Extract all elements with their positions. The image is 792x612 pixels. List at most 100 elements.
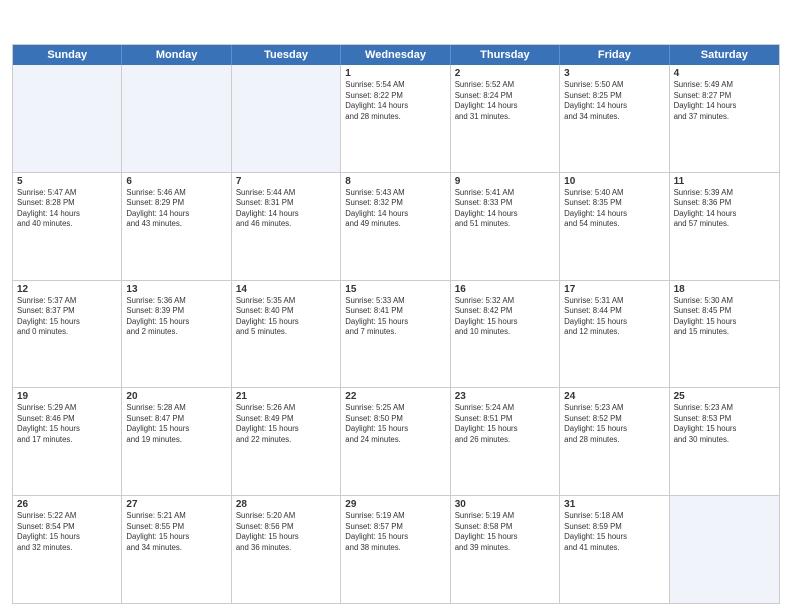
calendar-cell: 3Sunrise: 5:50 AM Sunset: 8:25 PM Daylig… bbox=[560, 65, 669, 172]
day-number: 12 bbox=[17, 284, 117, 295]
cell-info: Sunrise: 5:25 AM Sunset: 8:50 PM Dayligh… bbox=[345, 403, 445, 445]
calendar-cell: 31Sunrise: 5:18 AM Sunset: 8:59 PM Dayli… bbox=[560, 496, 669, 603]
calendar-cell bbox=[232, 65, 341, 172]
calendar-cell: 6Sunrise: 5:46 AM Sunset: 8:29 PM Daylig… bbox=[122, 173, 231, 280]
cell-info: Sunrise: 5:24 AM Sunset: 8:51 PM Dayligh… bbox=[455, 403, 555, 445]
cell-info: Sunrise: 5:29 AM Sunset: 8:46 PM Dayligh… bbox=[17, 403, 117, 445]
day-number: 21 bbox=[236, 391, 336, 402]
day-number: 19 bbox=[17, 391, 117, 402]
cell-info: Sunrise: 5:33 AM Sunset: 8:41 PM Dayligh… bbox=[345, 296, 445, 338]
day-number: 28 bbox=[236, 499, 336, 510]
day-number: 17 bbox=[564, 284, 664, 295]
calendar-cell: 26Sunrise: 5:22 AM Sunset: 8:54 PM Dayli… bbox=[13, 496, 122, 603]
day-number: 20 bbox=[126, 391, 226, 402]
calendar-cell: 5Sunrise: 5:47 AM Sunset: 8:28 PM Daylig… bbox=[13, 173, 122, 280]
header bbox=[12, 10, 780, 38]
calendar-cell: 8Sunrise: 5:43 AM Sunset: 8:32 PM Daylig… bbox=[341, 173, 450, 280]
day-number: 3 bbox=[564, 68, 664, 79]
day-number: 25 bbox=[674, 391, 775, 402]
day-number: 13 bbox=[126, 284, 226, 295]
cell-info: Sunrise: 5:31 AM Sunset: 8:44 PM Dayligh… bbox=[564, 296, 664, 338]
logo bbox=[12, 10, 42, 38]
day-number: 2 bbox=[455, 68, 555, 79]
day-number: 11 bbox=[674, 176, 775, 187]
day-number: 22 bbox=[345, 391, 445, 402]
cell-info: Sunrise: 5:36 AM Sunset: 8:39 PM Dayligh… bbox=[126, 296, 226, 338]
cell-info: Sunrise: 5:39 AM Sunset: 8:36 PM Dayligh… bbox=[674, 188, 775, 230]
cell-info: Sunrise: 5:35 AM Sunset: 8:40 PM Dayligh… bbox=[236, 296, 336, 338]
calendar-cell: 9Sunrise: 5:41 AM Sunset: 8:33 PM Daylig… bbox=[451, 173, 560, 280]
weekday-header: Thursday bbox=[451, 45, 560, 65]
calendar-row: 5Sunrise: 5:47 AM Sunset: 8:28 PM Daylig… bbox=[13, 173, 779, 281]
calendar-cell: 14Sunrise: 5:35 AM Sunset: 8:40 PM Dayli… bbox=[232, 281, 341, 388]
cell-info: Sunrise: 5:40 AM Sunset: 8:35 PM Dayligh… bbox=[564, 188, 664, 230]
weekday-header: Wednesday bbox=[341, 45, 450, 65]
weekday-header: Friday bbox=[560, 45, 669, 65]
day-number: 5 bbox=[17, 176, 117, 187]
day-number: 15 bbox=[345, 284, 445, 295]
calendar-cell: 23Sunrise: 5:24 AM Sunset: 8:51 PM Dayli… bbox=[451, 388, 560, 495]
weekday-header: Sunday bbox=[13, 45, 122, 65]
day-number: 10 bbox=[564, 176, 664, 187]
calendar-cell: 15Sunrise: 5:33 AM Sunset: 8:41 PM Dayli… bbox=[341, 281, 450, 388]
calendar-row: 19Sunrise: 5:29 AM Sunset: 8:46 PM Dayli… bbox=[13, 388, 779, 496]
cell-info: Sunrise: 5:37 AM Sunset: 8:37 PM Dayligh… bbox=[17, 296, 117, 338]
calendar-cell: 13Sunrise: 5:36 AM Sunset: 8:39 PM Dayli… bbox=[122, 281, 231, 388]
day-number: 6 bbox=[126, 176, 226, 187]
cell-info: Sunrise: 5:28 AM Sunset: 8:47 PM Dayligh… bbox=[126, 403, 226, 445]
calendar-row: 1Sunrise: 5:54 AM Sunset: 8:22 PM Daylig… bbox=[13, 65, 779, 173]
calendar-cell: 7Sunrise: 5:44 AM Sunset: 8:31 PM Daylig… bbox=[232, 173, 341, 280]
cell-info: Sunrise: 5:19 AM Sunset: 8:57 PM Dayligh… bbox=[345, 511, 445, 553]
weekday-header: Monday bbox=[122, 45, 231, 65]
day-number: 26 bbox=[17, 499, 117, 510]
cell-info: Sunrise: 5:50 AM Sunset: 8:25 PM Dayligh… bbox=[564, 80, 664, 122]
day-number: 16 bbox=[455, 284, 555, 295]
cell-info: Sunrise: 5:23 AM Sunset: 8:53 PM Dayligh… bbox=[674, 403, 775, 445]
calendar-cell: 11Sunrise: 5:39 AM Sunset: 8:36 PM Dayli… bbox=[670, 173, 779, 280]
cell-info: Sunrise: 5:44 AM Sunset: 8:31 PM Dayligh… bbox=[236, 188, 336, 230]
calendar-row: 12Sunrise: 5:37 AM Sunset: 8:37 PM Dayli… bbox=[13, 281, 779, 389]
weekday-header: Saturday bbox=[670, 45, 779, 65]
day-number: 24 bbox=[564, 391, 664, 402]
calendar-cell bbox=[13, 65, 122, 172]
day-number: 31 bbox=[564, 499, 664, 510]
day-number: 29 bbox=[345, 499, 445, 510]
calendar-cell: 2Sunrise: 5:52 AM Sunset: 8:24 PM Daylig… bbox=[451, 65, 560, 172]
page: SundayMondayTuesdayWednesdayThursdayFrid… bbox=[0, 0, 792, 612]
cell-info: Sunrise: 5:23 AM Sunset: 8:52 PM Dayligh… bbox=[564, 403, 664, 445]
cell-info: Sunrise: 5:19 AM Sunset: 8:58 PM Dayligh… bbox=[455, 511, 555, 553]
calendar-cell: 24Sunrise: 5:23 AM Sunset: 8:52 PM Dayli… bbox=[560, 388, 669, 495]
calendar-cell: 16Sunrise: 5:32 AM Sunset: 8:42 PM Dayli… bbox=[451, 281, 560, 388]
calendar-header: SundayMondayTuesdayWednesdayThursdayFrid… bbox=[13, 45, 779, 65]
day-number: 1 bbox=[345, 68, 445, 79]
calendar-cell: 27Sunrise: 5:21 AM Sunset: 8:55 PM Dayli… bbox=[122, 496, 231, 603]
logo-icon bbox=[12, 10, 40, 38]
calendar-cell: 28Sunrise: 5:20 AM Sunset: 8:56 PM Dayli… bbox=[232, 496, 341, 603]
day-number: 4 bbox=[674, 68, 775, 79]
cell-info: Sunrise: 5:26 AM Sunset: 8:49 PM Dayligh… bbox=[236, 403, 336, 445]
calendar-cell: 25Sunrise: 5:23 AM Sunset: 8:53 PM Dayli… bbox=[670, 388, 779, 495]
calendar-cell: 21Sunrise: 5:26 AM Sunset: 8:49 PM Dayli… bbox=[232, 388, 341, 495]
cell-info: Sunrise: 5:54 AM Sunset: 8:22 PM Dayligh… bbox=[345, 80, 445, 122]
cell-info: Sunrise: 5:47 AM Sunset: 8:28 PM Dayligh… bbox=[17, 188, 117, 230]
cell-info: Sunrise: 5:43 AM Sunset: 8:32 PM Dayligh… bbox=[345, 188, 445, 230]
calendar-cell: 10Sunrise: 5:40 AM Sunset: 8:35 PM Dayli… bbox=[560, 173, 669, 280]
weekday-header: Tuesday bbox=[232, 45, 341, 65]
calendar-cell: 12Sunrise: 5:37 AM Sunset: 8:37 PM Dayli… bbox=[13, 281, 122, 388]
calendar-cell: 29Sunrise: 5:19 AM Sunset: 8:57 PM Dayli… bbox=[341, 496, 450, 603]
cell-info: Sunrise: 5:21 AM Sunset: 8:55 PM Dayligh… bbox=[126, 511, 226, 553]
calendar-cell bbox=[670, 496, 779, 603]
calendar-row: 26Sunrise: 5:22 AM Sunset: 8:54 PM Dayli… bbox=[13, 496, 779, 603]
calendar-cell: 20Sunrise: 5:28 AM Sunset: 8:47 PM Dayli… bbox=[122, 388, 231, 495]
cell-info: Sunrise: 5:52 AM Sunset: 8:24 PM Dayligh… bbox=[455, 80, 555, 122]
day-number: 9 bbox=[455, 176, 555, 187]
calendar-cell: 4Sunrise: 5:49 AM Sunset: 8:27 PM Daylig… bbox=[670, 65, 779, 172]
calendar-cell: 1Sunrise: 5:54 AM Sunset: 8:22 PM Daylig… bbox=[341, 65, 450, 172]
calendar-cell: 17Sunrise: 5:31 AM Sunset: 8:44 PM Dayli… bbox=[560, 281, 669, 388]
cell-info: Sunrise: 5:20 AM Sunset: 8:56 PM Dayligh… bbox=[236, 511, 336, 553]
cell-info: Sunrise: 5:41 AM Sunset: 8:33 PM Dayligh… bbox=[455, 188, 555, 230]
day-number: 23 bbox=[455, 391, 555, 402]
calendar-cell: 18Sunrise: 5:30 AM Sunset: 8:45 PM Dayli… bbox=[670, 281, 779, 388]
calendar-cell: 19Sunrise: 5:29 AM Sunset: 8:46 PM Dayli… bbox=[13, 388, 122, 495]
cell-info: Sunrise: 5:18 AM Sunset: 8:59 PM Dayligh… bbox=[564, 511, 664, 553]
